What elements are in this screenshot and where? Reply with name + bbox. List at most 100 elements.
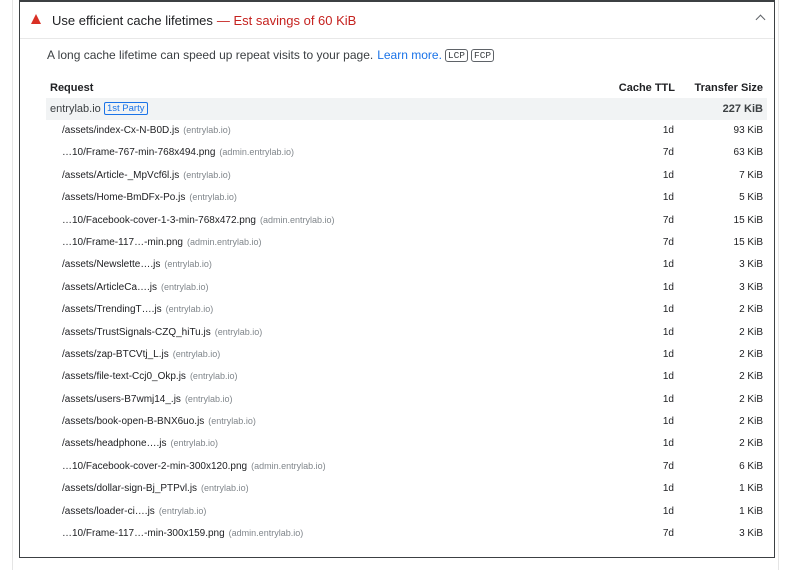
requests-table: Request Cache TTL Transfer Size entrylab… bbox=[46, 79, 767, 545]
cache-ttl-cell: 7d bbox=[662, 236, 674, 248]
request-url[interactable]: /assets/Home-BmDFx-Po.js (entrylab.io) bbox=[62, 192, 237, 203]
transfer-size-cell: 3 KiB bbox=[739, 528, 763, 540]
request-url[interactable]: …10/Frame-117…-min.png (admin.entrylab.io… bbox=[62, 237, 262, 248]
request-path[interactable]: …10/Frame-767-min-768x494.png bbox=[62, 147, 215, 158]
audit-card: Use efficient cache lifetimes — Est savin… bbox=[19, 0, 775, 558]
transfer-size-cell: 2 KiB bbox=[739, 304, 763, 316]
request-path[interactable]: /assets/Article-_MpVcf6l.js bbox=[62, 170, 179, 181]
request-path[interactable]: …10/Facebook-cover-1-3-min-768x472.png bbox=[62, 215, 256, 226]
request-host: (admin.entrylab.io) bbox=[186, 236, 262, 247]
cache-ttl-cell: 7d bbox=[662, 528, 674, 540]
request-url[interactable]: /assets/Newslette….js (entrylab.io) bbox=[62, 259, 212, 270]
request-host: (entrylab.io) bbox=[172, 348, 221, 359]
cache-ttl-cell: 1d bbox=[662, 281, 674, 293]
request-host: (entrylab.io) bbox=[201, 483, 249, 494]
learn-more-link[interactable]: Learn more. bbox=[377, 48, 442, 62]
request-url[interactable]: …10/Frame-117…-min-300x159.png (admin.ent… bbox=[62, 528, 303, 539]
cache-ttl-cell: 1d bbox=[662, 326, 674, 338]
request-host: (entrylab.io) bbox=[161, 281, 209, 292]
cache-ttl-cell: 7d bbox=[662, 460, 674, 472]
request-url[interactable]: /assets/ArticleCa….js (entrylab.io) bbox=[62, 282, 209, 293]
audit-description: A long cache lifetime can speed up repea… bbox=[47, 48, 495, 62]
column-header-cache-ttl: Cache TTL bbox=[618, 82, 675, 94]
cache-ttl-cell: 1d bbox=[662, 371, 674, 383]
table-row: /assets/TrustSignals-CZQ_hiTu.js (entryla… bbox=[46, 322, 767, 344]
request-url[interactable]: /assets/TrendingT….js (entrylab.io) bbox=[62, 304, 213, 315]
request-path[interactable]: /assets/book-open-B-BNX6uo.js bbox=[62, 416, 204, 427]
table-header: Request Cache TTL Transfer Size bbox=[46, 79, 767, 98]
request-path[interactable]: …10/Frame-117…-min-300x159.png bbox=[62, 528, 225, 539]
table-row: /assets/users-B7wmj14_.js (entrylab.io) 1d… bbox=[46, 389, 767, 411]
request-url[interactable]: /assets/book-open-B-BNX6uo.js (entrylab.i… bbox=[62, 416, 256, 427]
table-row: …10/Facebook-cover-1-3-min-768x472.png (a… bbox=[46, 210, 767, 232]
cache-ttl-cell: 1d bbox=[662, 393, 674, 405]
cache-ttl-cell: 1d bbox=[662, 259, 674, 271]
request-url[interactable]: /assets/Article-_MpVcf6l.js (entrylab.io) bbox=[62, 170, 231, 181]
request-host: (entrylab.io) bbox=[208, 416, 256, 427]
request-host: (entrylab.io) bbox=[189, 192, 237, 203]
group-size: 227 KiB bbox=[722, 103, 763, 115]
request-url[interactable]: …10/Facebook-cover-2-min-300x120.png (adm… bbox=[62, 461, 326, 472]
table-row: /assets/book-open-B-BNX6uo.js (entrylab.i… bbox=[46, 411, 767, 433]
request-url[interactable]: /assets/file-text-Ccj0_Okp.js (entrylab.i… bbox=[62, 371, 237, 382]
request-path[interactable]: /assets/zap-BTCVtj_L.js bbox=[62, 349, 169, 360]
table-row: /assets/TrendingT….js (entrylab.io) 1d 2 Ki… bbox=[46, 299, 767, 321]
metric-badge-fcp: FCP bbox=[471, 48, 495, 62]
request-path[interactable]: /assets/Newslette….js bbox=[62, 259, 160, 270]
transfer-size-cell: 5 KiB bbox=[739, 192, 763, 204]
transfer-size-cell: 7 KiB bbox=[739, 169, 763, 181]
cache-ttl-cell: 1d bbox=[662, 483, 674, 495]
transfer-size-cell: 2 KiB bbox=[739, 438, 763, 450]
request-url[interactable]: …10/Facebook-cover-1-3-min-768x472.png (a… bbox=[62, 215, 335, 226]
request-path[interactable]: …10/Facebook-cover-2-min-300x120.png bbox=[62, 461, 247, 472]
request-host: (admin.entrylab.io) bbox=[251, 460, 326, 471]
request-url[interactable]: /assets/index-Cx-N-B0D.js (entrylab.io) bbox=[62, 125, 231, 136]
transfer-size-cell: 15 KiB bbox=[733, 236, 763, 248]
request-path[interactable]: /assets/TrendingT….js bbox=[62, 304, 162, 315]
request-url[interactable]: /assets/zap-BTCVtj_L.js (entrylab.io) bbox=[62, 349, 220, 360]
request-url[interactable]: /assets/dollar-sign-Bj_PTPvl.js (entrylab… bbox=[62, 483, 249, 494]
request-path[interactable]: /assets/file-text-Ccj0_Okp.js bbox=[62, 371, 186, 382]
transfer-size-cell: 2 KiB bbox=[739, 371, 763, 383]
table-row: /assets/Newslette….js (entrylab.io) 1d 3 Ki… bbox=[46, 254, 767, 276]
request-url[interactable]: /assets/users-B7wmj14_.js (entrylab.io) bbox=[62, 394, 232, 405]
cache-ttl-cell: 1d bbox=[662, 192, 674, 204]
request-path[interactable]: /assets/ArticleCa….js bbox=[62, 282, 157, 293]
transfer-size-cell: 1 KiB bbox=[739, 505, 763, 517]
cache-ttl-cell: 1d bbox=[662, 125, 674, 136]
request-url[interactable]: …10/Frame-767-min-768x494.png (admin.entr… bbox=[62, 147, 294, 158]
request-path[interactable]: /assets/headphone….js bbox=[62, 438, 167, 449]
request-url[interactable]: /assets/headphone….js (entrylab.io) bbox=[62, 438, 218, 449]
transfer-size-cell: 2 KiB bbox=[739, 393, 763, 405]
request-path[interactable]: /assets/dollar-sign-Bj_PTPvl.js bbox=[62, 483, 197, 494]
audit-title: Use efficient cache lifetimes — Est savin… bbox=[52, 13, 356, 28]
table-row: /assets/zap-BTCVtj_L.js (entrylab.io) 1d 2 … bbox=[46, 344, 767, 366]
audit-header[interactable]: Use efficient cache lifetimes — Est savin… bbox=[20, 2, 774, 39]
request-host: (admin.entrylab.io) bbox=[260, 214, 335, 225]
transfer-size-cell: 15 KiB bbox=[733, 214, 763, 226]
request-url[interactable]: /assets/loader-ci….js (entrylab.io) bbox=[62, 506, 206, 517]
request-path[interactable]: /assets/loader-ci….js bbox=[62, 506, 155, 517]
request-host: (entrylab.io) bbox=[189, 371, 238, 382]
transfer-size-cell: 63 KiB bbox=[733, 147, 763, 159]
request-path[interactable]: …10/Frame-117…-min.png bbox=[62, 237, 183, 248]
table-row: …10/Frame-767-min-768x494.png (admin.entr… bbox=[46, 142, 767, 164]
request-host: (entrylab.io) bbox=[183, 169, 231, 180]
request-url[interactable]: /assets/TrustSignals-CZQ_hiTu.js (entryla… bbox=[62, 327, 262, 338]
request-path[interactable]: /assets/index-Cx-N-B0D.js bbox=[62, 125, 179, 136]
request-path[interactable]: /assets/TrustSignals-CZQ_hiTu.js bbox=[62, 327, 211, 338]
table-row: /assets/index-Cx-N-B0D.js (entrylab.io) 1d… bbox=[46, 120, 767, 142]
warning-triangle-icon bbox=[31, 14, 41, 24]
column-header-request: Request bbox=[50, 82, 94, 94]
cache-ttl-cell: 1d bbox=[662, 304, 674, 316]
request-host: (entrylab.io) bbox=[183, 125, 231, 135]
request-path[interactable]: /assets/users-B7wmj14_.js bbox=[62, 394, 181, 405]
chevron-up-icon[interactable] bbox=[755, 14, 766, 25]
request-host: (entrylab.io) bbox=[164, 259, 212, 270]
table-row: …10/Frame-117…-min-300x159.png (admin.ent… bbox=[46, 523, 767, 545]
table-row: …10/Frame-117…-min.png (admin.entrylab.io… bbox=[46, 232, 767, 254]
request-path[interactable]: /assets/Home-BmDFx-Po.js bbox=[62, 192, 185, 203]
transfer-size-cell: 3 KiB bbox=[739, 259, 763, 271]
audit-savings: — Est savings of 60 KiB bbox=[216, 13, 357, 28]
table-row: /assets/Home-BmDFx-Po.js (entrylab.io) 1d 5… bbox=[46, 187, 767, 209]
